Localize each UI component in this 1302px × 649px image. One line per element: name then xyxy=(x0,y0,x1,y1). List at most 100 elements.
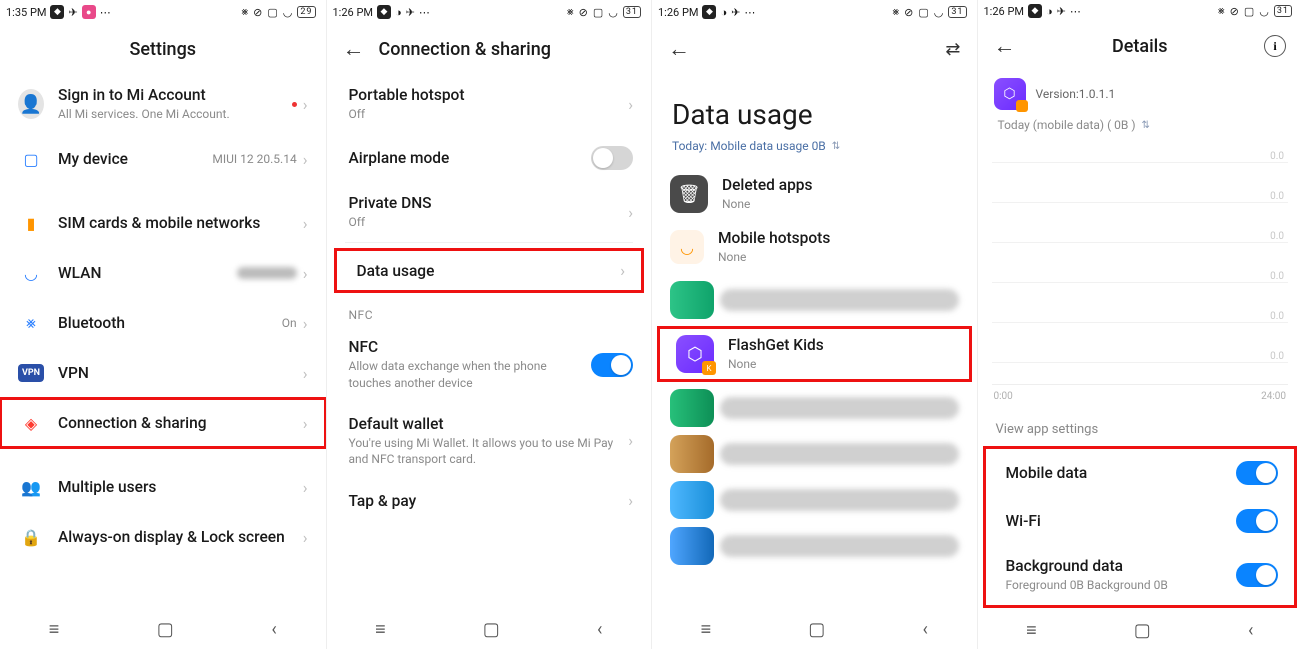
nav-back-icon[interactable]: ‹ xyxy=(271,619,276,640)
nav-home-icon[interactable]: ▢ xyxy=(483,619,500,640)
row-mobile-data[interactable]: Mobile data xyxy=(984,449,1297,497)
nfc-toggle[interactable] xyxy=(591,353,633,377)
usage-filter[interactable]: Today: Mobile data usage 0B ⇅ xyxy=(652,139,977,167)
avatar-icon: 👤 xyxy=(18,89,44,119)
nav-back-icon[interactable]: ‹ xyxy=(923,619,928,640)
x-start: 0:00 xyxy=(994,391,1013,402)
title-bar: ← Details i xyxy=(978,23,1302,70)
row-wifi[interactable]: Wi-Fi xyxy=(984,497,1297,545)
page-title: Settings xyxy=(129,39,196,60)
mobile-data-toggle[interactable] xyxy=(1236,461,1278,485)
nav-bar: ≡ ▢ ‹ xyxy=(652,609,977,649)
row-data-usage[interactable]: Data usage › xyxy=(335,249,644,292)
vpn-icon: VPN xyxy=(18,364,44,382)
chevron-right-icon: › xyxy=(628,491,633,510)
chevron-right-icon: › xyxy=(620,261,625,280)
x-end: 24:00 xyxy=(1261,391,1286,402)
nav-menu-icon[interactable]: ≡ xyxy=(375,619,386,640)
row-label: Mobile hotspots xyxy=(718,229,959,247)
blurred-app-row xyxy=(670,435,959,473)
volte-icon: ▢ xyxy=(918,6,929,19)
nav-home-icon[interactable]: ▢ xyxy=(157,619,174,640)
telegram-icon: ◑ xyxy=(1046,5,1053,18)
row-tail: On xyxy=(282,316,297,330)
row-label: WLAN xyxy=(58,264,223,282)
row-sim-networks[interactable]: ▮ SIM cards & mobile networks › xyxy=(0,198,326,248)
row-sub: Allow data exchange when the phone touch… xyxy=(349,358,578,390)
nav-home-icon[interactable]: ▢ xyxy=(1134,620,1151,641)
telegram-icon: ◑ xyxy=(720,6,727,19)
row-tail: MIUI 12 20.5.14 xyxy=(212,152,296,166)
info-icon[interactable]: i xyxy=(1264,35,1286,57)
more-icon: ⋯ xyxy=(100,6,111,19)
airplane-toggle[interactable] xyxy=(591,146,633,170)
row-aod-lockscreen[interactable]: 🔒 Always-on display & Lock screen › xyxy=(0,512,326,562)
row-connection-sharing[interactable]: ◈ Connection & sharing › xyxy=(0,398,326,448)
chart-filter[interactable]: Today (mobile data) ( 0B ) ⇅ xyxy=(978,118,1302,146)
nav-back-icon[interactable]: ‹ xyxy=(597,619,602,640)
lock-icon: 🔒 xyxy=(18,524,44,550)
row-flashget-kids[interactable]: ⬡ K FlashGet Kids None xyxy=(658,327,971,381)
chevron-right-icon: › xyxy=(303,414,308,433)
panel-data-usage: 1:26 PM ◆ ◑ ✈ ⋯ ⨳ ⊘ ▢ ◡ 31 ← ⇄ Data usag… xyxy=(651,0,977,649)
row-vpn[interactable]: VPN VPN › xyxy=(0,348,326,398)
sort-icon: ⇅ xyxy=(832,141,840,152)
nav-home-icon[interactable]: ▢ xyxy=(808,619,825,640)
row-wlan[interactable]: ◡ WLAN › xyxy=(0,248,326,298)
page-title: Details xyxy=(1030,36,1251,57)
row-default-wallet[interactable]: Default wallet You're using Mi Wallet. I… xyxy=(327,403,652,479)
row-airplane-mode[interactable]: Airplane mode xyxy=(327,134,652,182)
wifi-icon: ◡ xyxy=(283,6,294,19)
ytick: 0.0 xyxy=(1270,231,1284,242)
status-time: 1:35 PM xyxy=(6,6,46,19)
status-bar: 1:26 PM ◆ ◑ ✈ ⋯ ⨳ ⊘ ▢ ◡ 31 xyxy=(327,0,652,24)
more-icon: ⋯ xyxy=(419,6,430,19)
blurred-app-row xyxy=(670,481,959,519)
ytick: 0.0 xyxy=(1270,151,1284,162)
wifi-icon: ◡ xyxy=(18,260,44,286)
nav-menu-icon[interactable]: ≡ xyxy=(1026,620,1037,641)
row-my-device[interactable]: ▢ My device MIUI 12 20.5.14› xyxy=(0,134,326,184)
row-label: Mobile data xyxy=(1006,464,1223,482)
row-mobile-hotspots[interactable]: ◡ Mobile hotspots None xyxy=(652,221,977,273)
nav-menu-icon[interactable]: ≡ xyxy=(701,619,712,640)
title-bar: ← ⇄ xyxy=(652,24,977,74)
nav-menu-icon[interactable]: ≡ xyxy=(49,619,60,640)
row-bluetooth[interactable]: ⨳ Bluetooth On› xyxy=(0,298,326,348)
wifi-toggle[interactable] xyxy=(1236,509,1278,533)
back-arrow-icon[interactable]: ← xyxy=(343,36,365,62)
sort-icon: ⇅ xyxy=(1142,120,1150,131)
battery-indicator: 31 xyxy=(623,6,641,18)
title-bar: Settings xyxy=(0,24,326,74)
sim-icon: ▮ xyxy=(18,210,44,236)
view-app-settings-link[interactable]: View app settings xyxy=(978,412,1302,447)
row-private-dns[interactable]: Private DNS Off › xyxy=(327,182,652,242)
back-arrow-icon[interactable]: ← xyxy=(994,33,1016,59)
row-portable-hotspot[interactable]: Portable hotspot Off › xyxy=(327,74,652,134)
row-background-data[interactable]: Background data Foreground 0B Background… xyxy=(984,545,1297,605)
blurred-value xyxy=(237,267,297,279)
row-sub: Foreground 0B Background 0B xyxy=(1006,577,1223,593)
status-app-icon: ◆ xyxy=(1028,4,1042,18)
nav-bar: ≡ ▢ ‹ xyxy=(978,611,1302,649)
nav-bar: ≡ ▢ ‹ xyxy=(327,609,652,649)
page-title: Connection & sharing xyxy=(379,39,552,60)
filter-label: Today (mobile data) ( 0B ) xyxy=(998,118,1136,132)
row-nfc[interactable]: NFC Allow data exchange when the phone t… xyxy=(327,326,652,402)
swap-icon[interactable]: ⇄ xyxy=(945,39,960,60)
row-multiple-users[interactable]: 👥 Multiple users › xyxy=(0,462,326,512)
send-icon: ✈ xyxy=(406,6,415,19)
row-deleted-apps[interactable]: 🗑 Deleted apps None xyxy=(652,167,977,221)
nav-bar: ≡ ▢ ‹ xyxy=(0,609,326,649)
row-sub: Off xyxy=(349,214,615,230)
row-tap-pay[interactable]: Tap & pay › xyxy=(327,479,652,522)
background-data-toggle[interactable] xyxy=(1236,563,1278,587)
wifi-icon: ◡ xyxy=(1259,5,1270,18)
row-sub: None xyxy=(728,356,953,372)
nav-back-icon[interactable]: ‹ xyxy=(1248,620,1253,641)
bluetooth-icon: ⨳ xyxy=(892,5,900,19)
row-signin-account[interactable]: 👤 Sign in to Mi Account All Mi services.… xyxy=(0,74,326,134)
back-arrow-icon[interactable]: ← xyxy=(668,36,690,62)
status-time: 1:26 PM xyxy=(333,6,373,19)
row-sub: Off xyxy=(349,106,615,122)
